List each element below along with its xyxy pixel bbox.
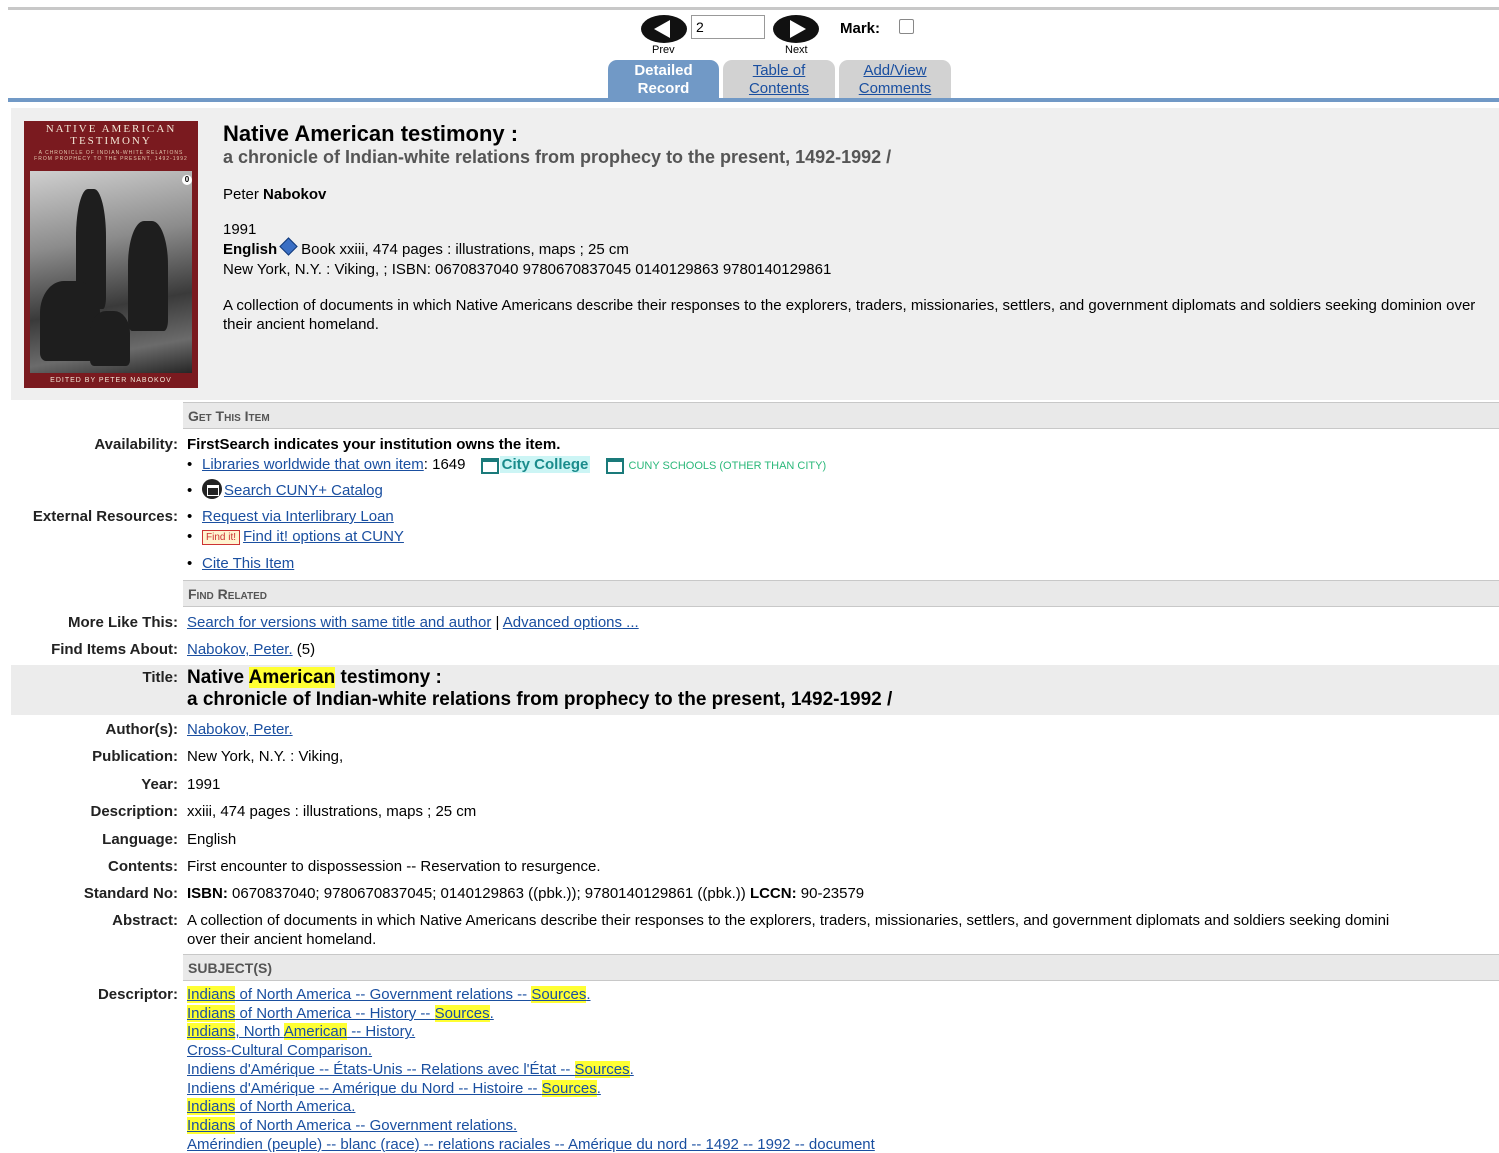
- abstract-value-line1: A collection of documents in which Nativ…: [187, 912, 1390, 929]
- arrow-left-icon: [654, 20, 670, 38]
- publication-label: Publication:: [92, 748, 178, 765]
- cuny-schools-label: CUNY SCHOOLS (OTHER THAN CITY): [628, 460, 827, 472]
- tab-detailed-record[interactable]: Detailed Record: [608, 60, 719, 98]
- subject-link[interactable]: Indians of North America -- History -- S…: [187, 1004, 494, 1022]
- more-like-this-label: More Like This:: [67, 614, 178, 631]
- advanced-options-link[interactable]: Advanced options ...: [503, 614, 639, 631]
- subject-link[interactable]: Indiens d'Amérique -- États-Unis -- Rela…: [187, 1060, 634, 1078]
- external-resources-label: External Resources:: [32, 508, 178, 525]
- find-it-button[interactable]: Find it!: [202, 530, 241, 545]
- next-label: Next: [785, 44, 808, 56]
- descriptor-label: Descriptor:: [97, 986, 178, 1003]
- record-author: Peter Nabokov: [223, 186, 327, 203]
- title-value-line2: a chronicle of Indian-white relations fr…: [187, 689, 893, 710]
- standard-no-label: Standard No:: [83, 885, 178, 902]
- subject-link[interactable]: Indians of North America -- Government r…: [187, 1116, 517, 1134]
- library-building-icon: [480, 457, 499, 474]
- section-find-related: Find Related: [183, 580, 1499, 607]
- tab-comments[interactable]: Add/View Comments: [839, 60, 951, 98]
- city-college-badge: City College: [499, 456, 591, 473]
- next-record-button[interactable]: [773, 15, 819, 43]
- record-subtitle: a chronicle of Indian-white relations fr…: [223, 147, 892, 167]
- year-value: 1991: [187, 776, 221, 793]
- language-label: Language:: [102, 831, 178, 848]
- subject-link[interactable]: Indians of North America.: [187, 1098, 355, 1116]
- contents-value: First encounter to dispossession -- Rese…: [187, 858, 601, 875]
- catalog-icon: [202, 479, 222, 499]
- find-items-about-label: Find Items About:: [51, 641, 178, 658]
- title-label: Title:: [142, 669, 178, 686]
- libraries-row: Libraries worldwide that own item: 1649 …: [187, 456, 827, 474]
- availability-text: FirstSearch indicates your institution o…: [187, 436, 561, 453]
- cite-this-item-link[interactable]: Cite This Item: [202, 555, 294, 572]
- record-title: Native American testimony :: [223, 121, 519, 146]
- mark-label: Mark:: [840, 20, 881, 37]
- record-number-input[interactable]: [691, 15, 765, 39]
- title-value: Native American testimony :: [187, 667, 442, 688]
- language-value: English: [187, 831, 237, 848]
- author-label: Author(s):: [105, 721, 178, 738]
- standard-no-value: ISBN: 0670837040; 9780670837045; 0140129…: [187, 885, 865, 902]
- record-abstract: A collection of documents in which Nativ…: [223, 297, 1476, 333]
- arrow-right-icon: [790, 20, 806, 38]
- record-publication: New York, N.Y. : Viking, ; ISBN: 0670837…: [223, 261, 832, 278]
- libraries-worldwide-link[interactable]: Libraries worldwide that own item: [202, 456, 424, 473]
- interlibrary-loan-link[interactable]: Request via Interlibrary Loan: [202, 508, 394, 525]
- availability-label: Availability:: [94, 436, 178, 453]
- more-like-this-row: Search for versions with same title and …: [187, 614, 639, 631]
- mark-checkbox[interactable]: [899, 19, 914, 34]
- catalog-row: Search CUNY+ Catalog: [187, 479, 383, 499]
- description-label: Description:: [90, 803, 178, 820]
- subject-link[interactable]: Cross-Cultural Comparison.: [187, 1042, 372, 1059]
- section-get-this-item: Get This Item: [183, 402, 1499, 429]
- abstract-value-line2: over their ancient homeland.: [187, 931, 377, 948]
- ill-row: Request via Interlibrary Loan: [187, 508, 394, 525]
- section-subjects: SUBJECT(S): [183, 954, 1499, 981]
- search-cuny-catalog-link[interactable]: Search CUNY+ Catalog: [224, 482, 383, 499]
- record-language-format: English Book xxiii, 474 pages : illustrat…: [223, 237, 629, 258]
- findit-row: Find it!Find it! options at CUNY: [187, 528, 404, 545]
- cite-row: Cite This Item: [187, 555, 294, 572]
- contents-label: Contents:: [108, 858, 178, 875]
- description-value: xxiii, 474 pages : illustrations, maps ;…: [187, 803, 477, 820]
- subject-link[interactable]: Indiens d'Amérique -- Amérique du Nord -…: [187, 1079, 601, 1097]
- author-link[interactable]: Nabokov, Peter.: [187, 721, 293, 738]
- prev-record-button[interactable]: [641, 15, 687, 43]
- tab-table-of-contents[interactable]: Table of Contents: [723, 60, 835, 98]
- top-divider: [8, 7, 1499, 10]
- nabokov-subject-link[interactable]: Nabokov, Peter.: [187, 641, 293, 658]
- find-it-options-link[interactable]: Find it! options at CUNY: [243, 528, 404, 545]
- library-building-icon-2: [605, 457, 624, 474]
- subject-link[interactable]: Indians of North America -- Government r…: [187, 986, 591, 1003]
- publisher-logo: 0: [182, 175, 192, 185]
- tab-bar-underline: [8, 98, 1499, 102]
- cover-photo: [30, 171, 192, 373]
- prev-label: Prev: [652, 44, 675, 56]
- subject-link[interactable]: Indians, North American -- History.: [187, 1023, 415, 1041]
- book-format-icon: [279, 237, 298, 256]
- record-year: 1991: [223, 221, 257, 238]
- subject-link[interactable]: Amérindien (peuple) -- blanc (race) -- r…: [187, 1136, 875, 1153]
- find-items-about-row: Nabokov, Peter. (5): [187, 641, 316, 658]
- book-cover-image: NATIVE AMERICAN TESTIMONY A CHRONICLE OF…: [24, 121, 198, 388]
- abstract-label: Abstract:: [112, 912, 178, 929]
- publication-value: New York, N.Y. : Viking,: [187, 748, 344, 765]
- year-label: Year:: [141, 776, 178, 793]
- same-title-author-link[interactable]: Search for versions with same title and …: [187, 614, 491, 631]
